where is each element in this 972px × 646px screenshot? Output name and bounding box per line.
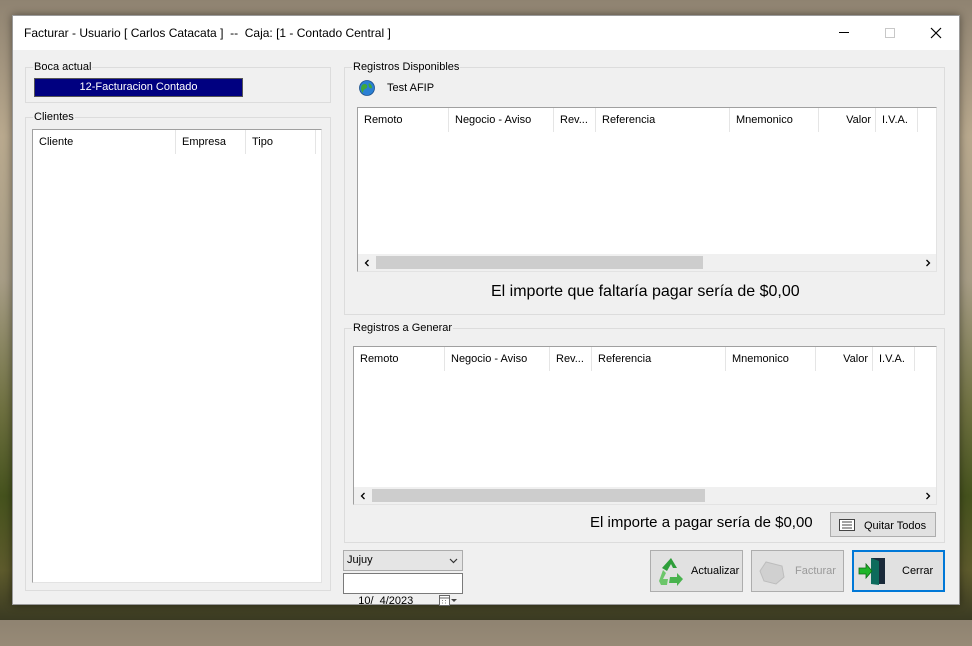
column-header-remoto[interactable]: Remoto <box>354 347 445 371</box>
column-header-negocio-aviso[interactable]: Negocio - Aviso <box>445 347 550 371</box>
registros-generar-list[interactable]: Remoto Negocio - Aviso Rev... Referencia… <box>353 346 937 505</box>
registros-generar-label: Registros a Generar <box>352 322 454 335</box>
scroll-thumb[interactable] <box>372 489 705 502</box>
date-picker[interactable]: 10/ 4/2023 <box>343 573 463 607</box>
horizontal-scrollbar[interactable] <box>354 487 936 504</box>
minimize-icon <box>839 32 849 33</box>
actualizar-label: Actualizar <box>691 565 740 577</box>
column-header-negocio-aviso[interactable]: Negocio - Aviso <box>449 108 554 132</box>
minimize-button[interactable] <box>821 16 867 49</box>
scroll-left-button[interactable] <box>358 254 375 271</box>
column-header-empresa[interactable]: Empresa <box>176 130 246 154</box>
scroll-left-button[interactable] <box>354 487 371 504</box>
column-header-rev[interactable]: Rev... <box>550 347 592 371</box>
cerrar-label: Cerrar <box>902 565 934 577</box>
column-header-cliente[interactable]: Cliente <box>33 130 176 154</box>
column-header-referencia[interactable]: Referencia <box>596 108 730 132</box>
maximize-icon <box>885 27 895 38</box>
registros-generar-group: Registros a Generar Remoto Negocio - Avi… <box>344 322 945 543</box>
date-value: 10/ 4/2023 <box>358 595 414 607</box>
boca-actual-label: Boca actual <box>33 61 93 74</box>
column-header-mnemonico[interactable]: Mnemonico <box>726 347 816 371</box>
chevron-right-icon <box>925 259 930 266</box>
facturar-button[interactable]: Facturar <box>751 550 844 592</box>
column-header-rev[interactable]: Rev... <box>554 108 596 132</box>
horizontal-scrollbar[interactable] <box>358 254 936 271</box>
boca-actual-text: 12-Facturacion Contado <box>79 81 198 93</box>
province-select[interactable]: Jujuy <box>343 550 463 571</box>
scroll-thumb[interactable] <box>376 256 703 269</box>
invoice-icon <box>756 557 788 590</box>
quitar-todos-label: Quitar Todos <box>864 520 927 532</box>
list-icon <box>839 519 855 534</box>
cerrar-button[interactable]: Cerrar <box>852 550 945 592</box>
column-header-mnemonico[interactable]: Mnemonico <box>730 108 819 132</box>
chevron-left-icon <box>360 492 365 499</box>
column-header-valor[interactable]: Valor <box>819 108 876 132</box>
registros-disponibles-group: Registros Disponibles Test AFIP Remoto N… <box>344 61 945 315</box>
column-header-iva[interactable]: I.V.A. <box>873 347 915 371</box>
facturar-window: Facturar - Usuario [ Carlos Catacata ] -… <box>12 15 960 607</box>
boca-actual-value[interactable]: 12-Facturacion Contado <box>34 78 243 97</box>
scroll-right-button[interactable] <box>919 254 936 271</box>
clientes-list[interactable]: Cliente Empresa Tipo <box>32 129 322 583</box>
title-bar[interactable]: Facturar - Usuario [ Carlos Catacata ] -… <box>13 16 959 50</box>
registros-disponibles-list[interactable]: Remoto Negocio - Aviso Rev... Referencia… <box>357 107 937 272</box>
close-button[interactable] <box>913 16 959 49</box>
actualizar-button[interactable]: Actualizar <box>650 550 743 592</box>
maximize-button <box>867 16 913 49</box>
importe-faltante-text: El importe que faltaría pagar sería de $… <box>491 283 800 300</box>
close-icon <box>930 27 942 38</box>
column-header-valor[interactable]: Valor <box>816 347 873 371</box>
exit-door-icon <box>857 556 889 589</box>
calendar-icon[interactable] <box>421 577 457 631</box>
chevron-left-icon <box>364 259 369 266</box>
globe-icon <box>359 80 375 96</box>
registros-disponibles-label: Registros Disponibles <box>352 61 461 74</box>
province-value: Jujuy <box>347 554 373 566</box>
facturar-label: Facturar <box>795 565 836 577</box>
chevron-down-icon <box>449 558 458 564</box>
clientes-label: Clientes <box>33 111 75 124</box>
column-header-iva[interactable]: I.V.A. <box>876 108 918 132</box>
column-header-referencia[interactable]: Referencia <box>592 347 726 371</box>
clientes-group: Clientes Cliente Empresa Tipo <box>25 111 331 591</box>
column-header-remoto[interactable]: Remoto <box>358 108 449 132</box>
recycle-icon <box>654 555 688 592</box>
boca-actual-group: Boca actual 12-Facturacion Contado <box>25 61 331 103</box>
quitar-todos-button[interactable]: Quitar Todos <box>830 512 936 537</box>
scroll-right-button[interactable] <box>919 487 936 504</box>
column-header-tipo[interactable]: Tipo <box>246 130 316 154</box>
chevron-right-icon <box>925 492 930 499</box>
importe-a-pagar-text: El importe a pagar sería de $0,00 <box>590 514 813 531</box>
test-afip-label: Test AFIP <box>387 82 435 94</box>
window-title: Facturar - Usuario [ Carlos Catacata ] -… <box>24 26 391 40</box>
